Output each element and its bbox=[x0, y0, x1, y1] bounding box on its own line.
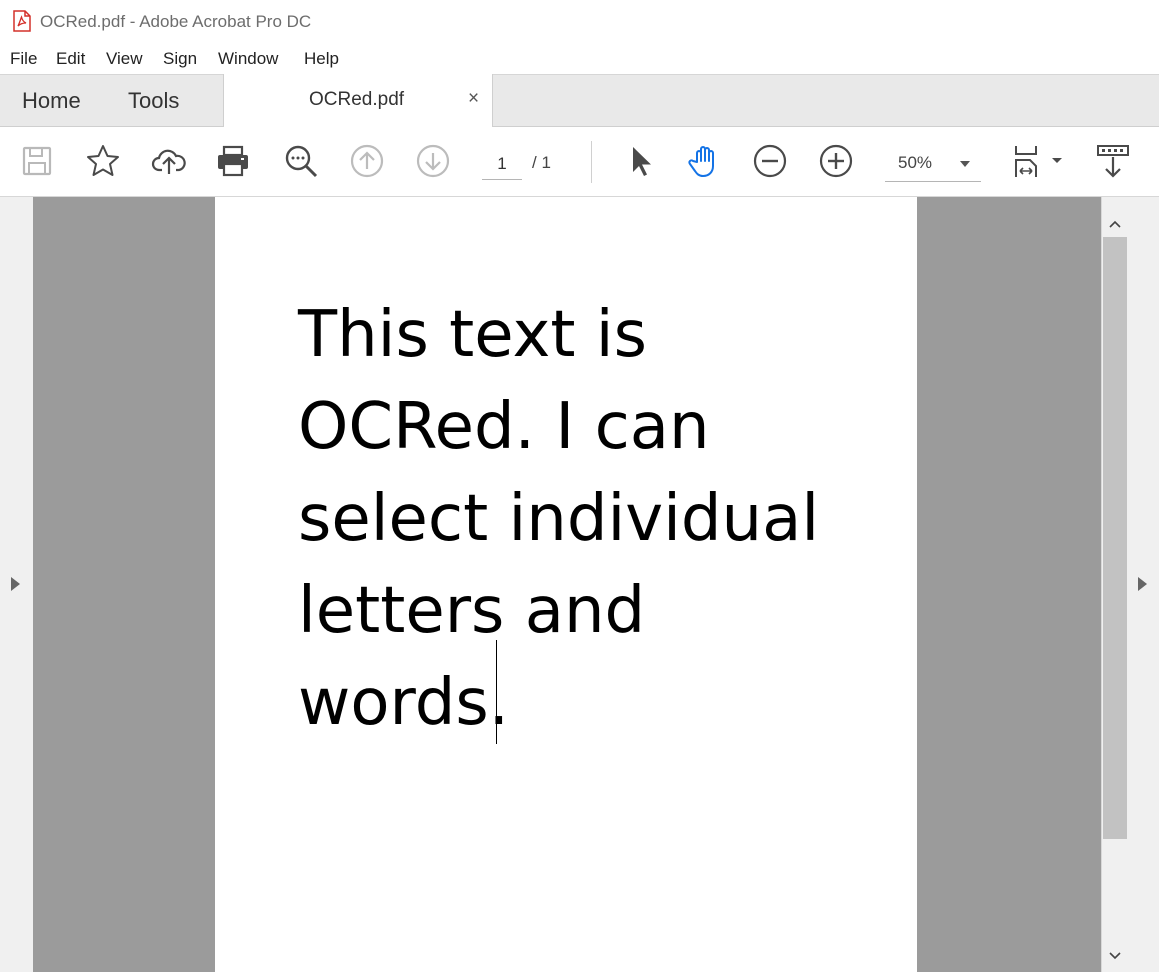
expand-left-pane-icon bbox=[11, 577, 20, 591]
next-page-icon[interactable] bbox=[415, 143, 451, 179]
close-tab-icon[interactable]: × bbox=[468, 89, 479, 108]
upload-cloud-icon[interactable] bbox=[151, 143, 187, 179]
title-bar: OCRed.pdf - Adobe Acrobat Pro DC bbox=[0, 0, 1159, 44]
zoom-level-dropdown[interactable]: 50% bbox=[885, 149, 981, 182]
window-title: OCRed.pdf - Adobe Acrobat Pro DC bbox=[40, 12, 312, 31]
menu-window[interactable]: Window bbox=[218, 49, 278, 69]
tab-document[interactable]: OCRed.pdf × bbox=[223, 74, 493, 128]
chevron-down-icon bbox=[960, 161, 970, 167]
tab-tools[interactable]: Tools bbox=[128, 88, 179, 114]
vertical-scrollbar[interactable] bbox=[1101, 197, 1128, 972]
expand-right-pane-icon bbox=[1138, 577, 1147, 591]
toolbar: / 1 50% bbox=[0, 127, 1159, 197]
text-cursor bbox=[496, 640, 497, 744]
print-icon[interactable] bbox=[215, 143, 251, 179]
menu-file[interactable]: File bbox=[10, 49, 37, 69]
menu-sign[interactable]: Sign bbox=[163, 49, 197, 69]
menu-bar: File Edit View Sign Window Help bbox=[0, 46, 1159, 74]
menu-edit[interactable]: Edit bbox=[56, 49, 85, 69]
menu-help[interactable]: Help bbox=[304, 49, 339, 69]
tab-bar: Home Tools OCRed.pdf × bbox=[0, 74, 1159, 128]
select-arrow-icon[interactable] bbox=[622, 143, 658, 179]
search-zoom-icon[interactable] bbox=[283, 143, 319, 179]
page-total-count: / 1 bbox=[532, 153, 551, 172]
scrollbar-thumb[interactable] bbox=[1103, 237, 1127, 839]
ocr-text-block[interactable]: This text is OCRed. I can select individ… bbox=[298, 289, 858, 749]
document-tab-label: OCRed.pdf bbox=[309, 89, 405, 110]
page-number-input[interactable] bbox=[482, 149, 522, 180]
page-display-icon[interactable] bbox=[1012, 143, 1064, 179]
save-icon[interactable] bbox=[19, 143, 55, 179]
zoom-out-icon[interactable] bbox=[752, 143, 788, 179]
acrobat-pdf-icon bbox=[12, 10, 32, 32]
toolbar-divider bbox=[591, 141, 592, 183]
zoom-in-icon[interactable] bbox=[818, 143, 854, 179]
document-viewer[interactable]: This text is OCRed. I can select individ… bbox=[33, 197, 1101, 972]
menu-view[interactable]: View bbox=[106, 49, 143, 69]
right-pane-toggle[interactable] bbox=[1128, 197, 1159, 972]
previous-page-icon[interactable] bbox=[349, 143, 385, 179]
zoom-level-value: 50% bbox=[898, 153, 933, 172]
bookmark-star-icon[interactable] bbox=[85, 143, 121, 179]
scroll-down-icon[interactable] bbox=[1108, 949, 1122, 963]
pdf-page[interactable]: This text is OCRed. I can select individ… bbox=[215, 197, 917, 972]
scroll-mode-icon[interactable] bbox=[1095, 143, 1131, 179]
hand-tool-icon[interactable] bbox=[687, 143, 723, 179]
tab-home[interactable]: Home bbox=[22, 88, 81, 114]
scroll-up-icon[interactable] bbox=[1108, 217, 1122, 231]
left-pane-toggle[interactable] bbox=[0, 197, 33, 972]
